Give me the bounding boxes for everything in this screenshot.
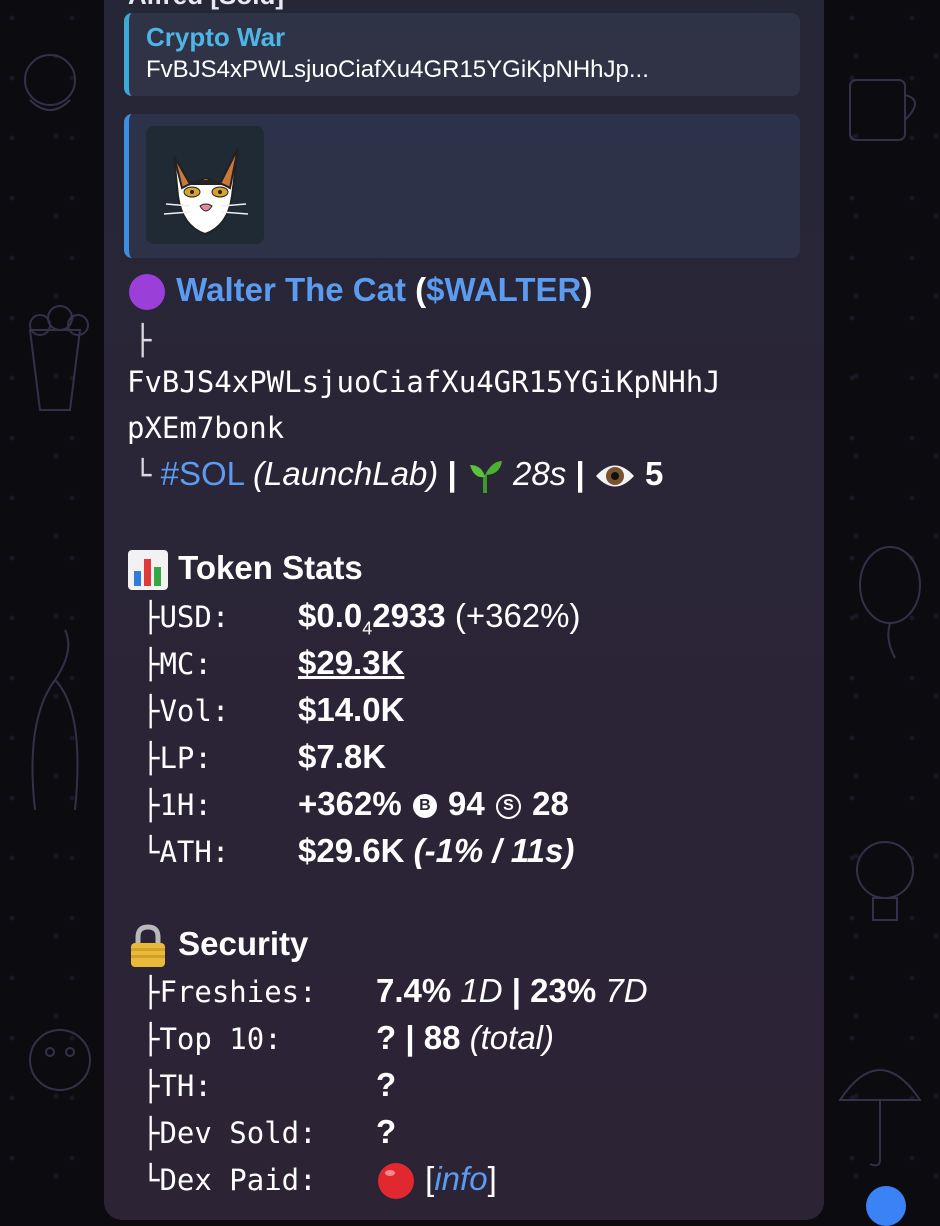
purple-circle-icon xyxy=(129,274,165,311)
usd-change: (+362%) xyxy=(454,597,581,634)
token-address-line1[interactable]: FvBJS4xPWLsjuoCiafXu4GR15YGiKpNHhJ xyxy=(127,360,721,404)
h1-sells: 28 xyxy=(532,785,569,822)
lp-row: ├LP: $7.8K xyxy=(142,735,822,780)
ath-value: $29.6K xyxy=(298,832,405,869)
dex-paid-label: Dex Paid: xyxy=(159,1163,317,1197)
top10-total: 88 xyxy=(423,1019,461,1056)
th-label: TH: xyxy=(159,1069,212,1103)
bar-chart-icon xyxy=(128,550,168,591)
lp-label: LP: xyxy=(159,741,212,775)
mc-label: MC: xyxy=(159,647,212,681)
ath-row: └ATH: $29.6K (-1% / 11s) xyxy=(142,832,575,869)
usd-value-tail: 2933 xyxy=(372,597,446,634)
top10-row: ├Top 10: ? | 88 (total) xyxy=(142,1019,554,1056)
views-value: 5 xyxy=(645,455,664,492)
ath-detail: (-1% / 11s) xyxy=(413,832,575,869)
mc-row: ├MC: $29.3K xyxy=(142,641,822,686)
scroll-down-button[interactable] xyxy=(866,1186,906,1226)
freshies-row: ├Freshies: 7.4% 1D | 23% 7D xyxy=(142,972,648,1009)
h1-label: 1H: xyxy=(159,788,212,822)
ath-label: ATH: xyxy=(159,835,230,869)
dex-info-link[interactable]: info xyxy=(434,1160,487,1197)
vol-label: Vol: xyxy=(159,694,230,728)
usd-label: USD: xyxy=(159,600,230,634)
freshies-7d-unit: 7D xyxy=(605,972,648,1009)
lightbulb-icon xyxy=(856,841,914,921)
dev-sold-label: Dev Sold: xyxy=(159,1116,317,1150)
usd-value-sub: 4 xyxy=(362,618,373,639)
seedling-icon xyxy=(469,461,502,494)
top10-label: Top 10: xyxy=(159,1022,282,1056)
eye-icon xyxy=(595,465,634,487)
dev-sold-value: ? xyxy=(376,1113,397,1150)
buys-icon: B xyxy=(412,794,437,819)
vol-row: ├Vol: $14.0K xyxy=(142,688,822,733)
security-header-row: Security xyxy=(127,922,308,968)
dev-sold-row: ├Dev Sold: ? xyxy=(142,1110,822,1155)
h1-row: ├1H: +362% B 94 S 28 xyxy=(142,785,569,822)
top10-value: ? xyxy=(376,1019,397,1056)
dinosaur-icon xyxy=(31,629,79,811)
red-circle-icon xyxy=(378,1163,414,1200)
token-name-link[interactable]: Walter The Cat xyxy=(176,271,406,308)
platform-label: (LaunchLab) xyxy=(252,455,439,492)
token-address-line2[interactable]: pXEm7bonk xyxy=(127,406,284,450)
freshies-label: Freshies: xyxy=(159,975,317,1009)
chain-hashtag[interactable]: #SOL xyxy=(161,455,244,492)
sells-icon: S xyxy=(495,793,521,819)
cat-face-icon xyxy=(146,126,264,244)
tree-branch: ├ xyxy=(134,323,152,357)
h1-change: +362% xyxy=(298,785,402,822)
token-image[interactable] xyxy=(146,126,264,244)
usd-value-main: $0.0 xyxy=(298,597,363,634)
balloon-icon xyxy=(859,546,921,659)
mc-value-link[interactable]: $29.3K xyxy=(298,641,404,685)
usd-row: ├USD: $0.042933 (+362%) xyxy=(142,597,581,639)
dex-paid-row: └Dex Paid: [info] xyxy=(142,1157,822,1202)
th-row: ├TH: ? xyxy=(142,1063,822,1108)
umbrella-icon xyxy=(838,1069,922,1167)
freshies-1d: 7.4% xyxy=(376,972,452,1009)
reply-title: Crypto War xyxy=(146,22,286,52)
h1-buys: 94 xyxy=(448,785,485,822)
freshies-1d-unit: 1D xyxy=(460,972,503,1009)
popcorn-icon xyxy=(28,305,89,411)
reply-text: FvBJS4xPWLsjuoCiafXu4GR15YGiKpNHhJp... xyxy=(146,56,649,83)
lock-icon xyxy=(131,924,165,968)
partial-header: Alfred [Sold] xyxy=(128,0,284,11)
age-value: 28s xyxy=(513,455,567,492)
doodle-icon xyxy=(24,54,76,111)
th-value: ? xyxy=(376,1066,397,1103)
bird-icon xyxy=(29,1029,91,1091)
freshies-7d: 23% xyxy=(530,972,597,1009)
vol-value: $14.0K xyxy=(298,691,405,728)
lp-value: $7.8K xyxy=(298,738,387,775)
token-meta-row: └ #SOL (LaunchLab) | 28s | 5 xyxy=(134,452,663,497)
mug-icon xyxy=(849,79,916,141)
top10-total-label: (total) xyxy=(469,1019,554,1056)
token-symbol-link[interactable]: $WALTER xyxy=(426,271,581,308)
stats-header: Token Stats xyxy=(178,549,363,586)
token-title-row: Walter The Cat ($WALTER) xyxy=(127,268,592,312)
security-header: Security xyxy=(178,925,309,962)
stats-header-row: Token Stats xyxy=(127,546,363,591)
reply-quote[interactable]: Crypto War FvBJS4xPWLsjuoCiafXu4GR15YGiK… xyxy=(124,13,800,96)
link-preview[interactable] xyxy=(124,114,800,258)
